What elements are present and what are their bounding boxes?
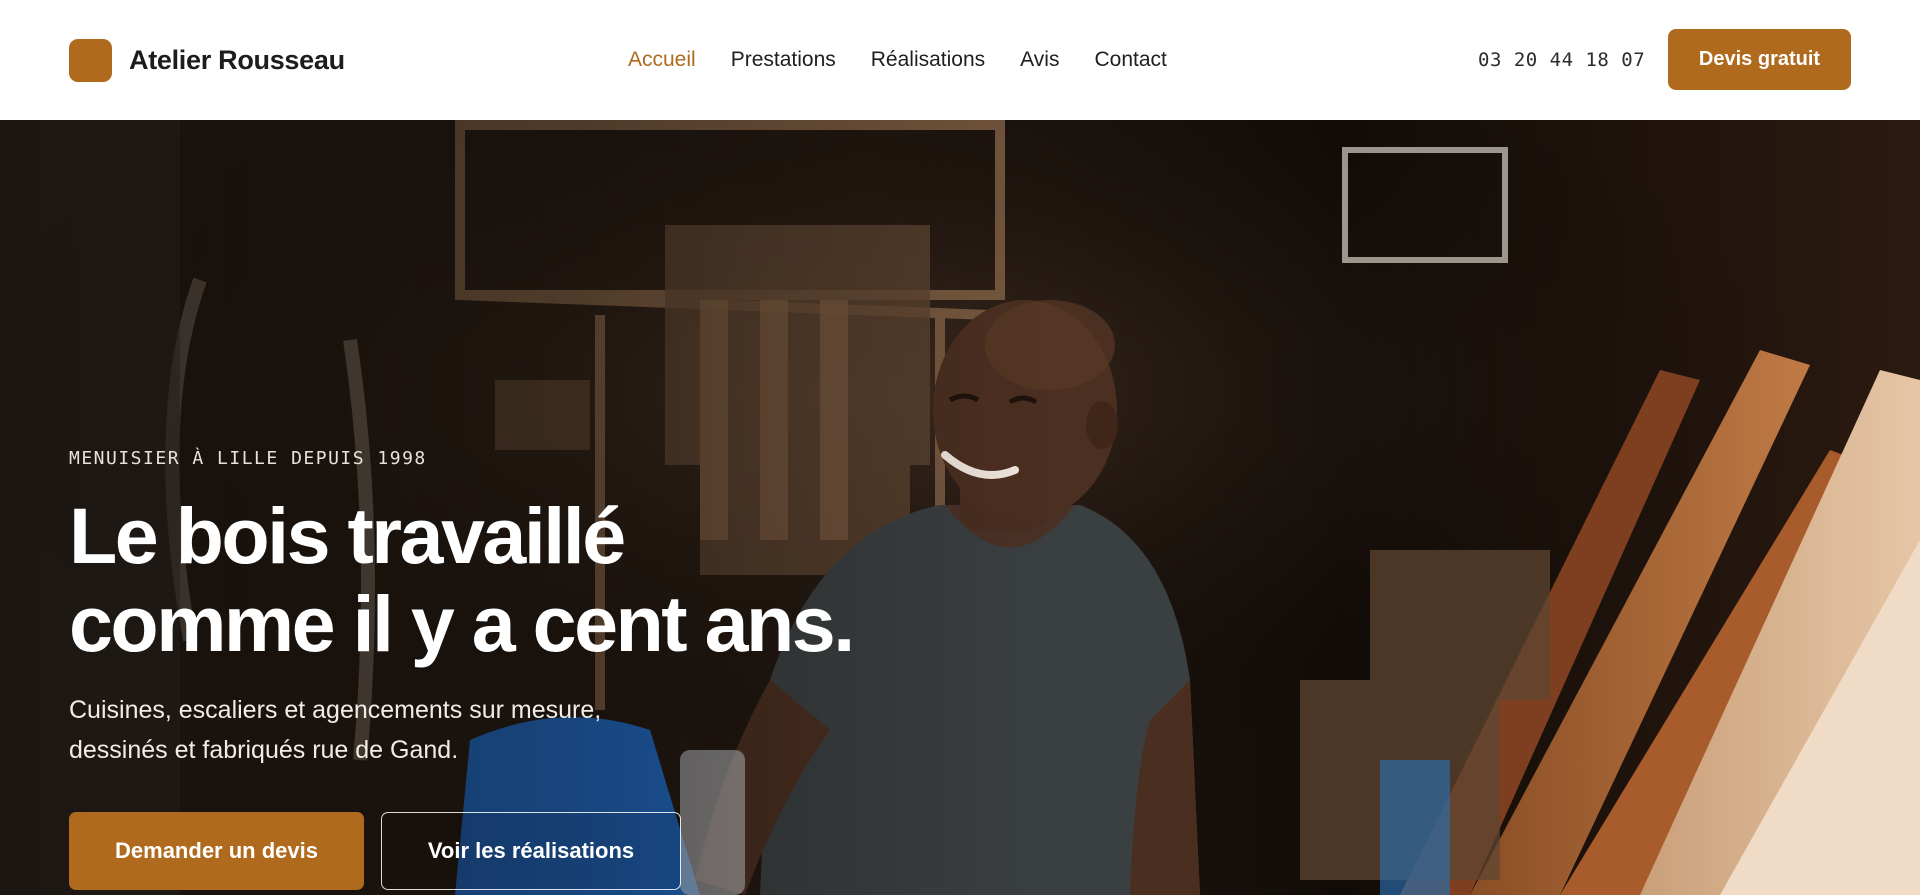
view-portfolio-button[interactable]: Voir les réalisations — [381, 812, 681, 890]
nav-link-contact[interactable]: Contact — [1094, 46, 1166, 74]
hero-subheadline: Cuisines, escaliers et agencements sur m… — [69, 690, 709, 770]
hero-subheadline-line: Cuisines, escaliers et agencements sur m… — [69, 696, 602, 724]
main-navigation: Accueil Prestations Réalisations Avis Co… — [628, 46, 1167, 74]
brand-logo-icon — [69, 38, 112, 82]
phone-number-link[interactable]: 03 20 44 18 07 — [1478, 48, 1645, 72]
brand-name: Atelier Rousseau — [129, 44, 345, 75]
hero-headline-line: comme il y a cent ans. — [69, 579, 855, 668]
nav-link-accueil[interactable]: Accueil — [628, 46, 696, 74]
hero-subheadline-line: dessinés et fabriqués rue de Gand. — [69, 736, 459, 764]
brand-logo-link[interactable]: Atelier Rousseau — [69, 38, 345, 82]
hero-headline: Le bois travaillé comme il y a cent ans. — [69, 492, 969, 668]
request-quote-button[interactable]: Demander un devis — [69, 812, 364, 890]
nav-link-realisations[interactable]: Réalisations — [871, 46, 985, 74]
free-quote-button[interactable]: Devis gratuit — [1668, 29, 1851, 90]
hero-eyebrow: MENUISIER À LILLE DEPUIS 1998 — [69, 448, 427, 469]
site-header: Atelier Rousseau Accueil Prestations Réa… — [0, 0, 1920, 120]
nav-link-prestations[interactable]: Prestations — [731, 46, 836, 74]
nav-link-avis[interactable]: Avis — [1020, 46, 1059, 74]
hero-section: MENUISIER À LILLE DEPUIS 1998 Le bois tr… — [0, 120, 1920, 895]
hero-headline-line: Le bois travaillé — [69, 491, 626, 580]
